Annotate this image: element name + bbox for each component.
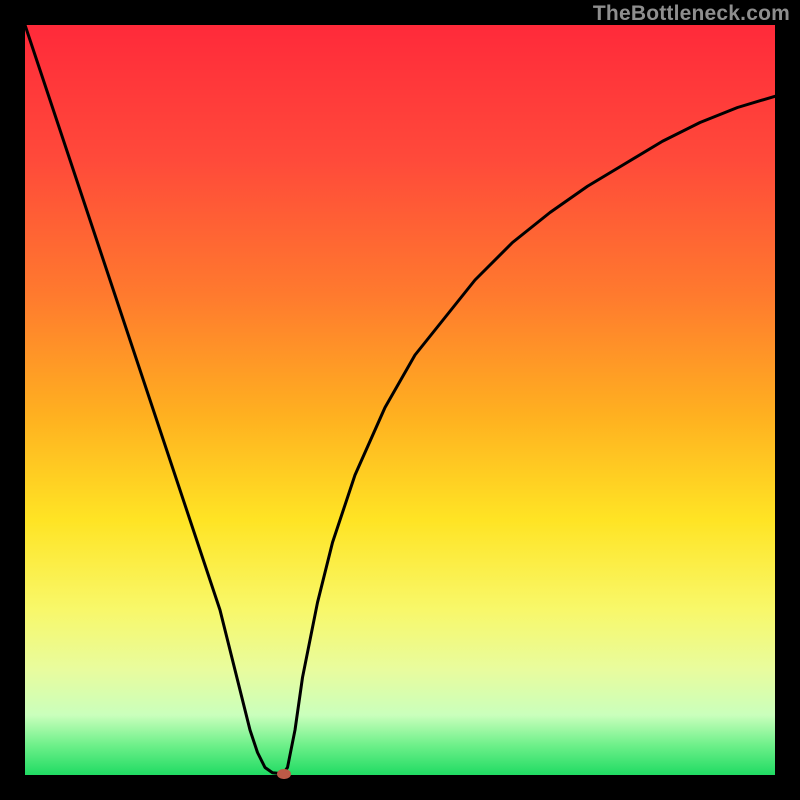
watermark-text: TheBottleneck.com: [593, 2, 790, 26]
bottleneck-curve: [25, 25, 775, 775]
chart-frame: TheBottleneck.com: [0, 0, 800, 800]
plot-area: [25, 25, 775, 775]
optimum-marker-icon: [277, 769, 291, 779]
